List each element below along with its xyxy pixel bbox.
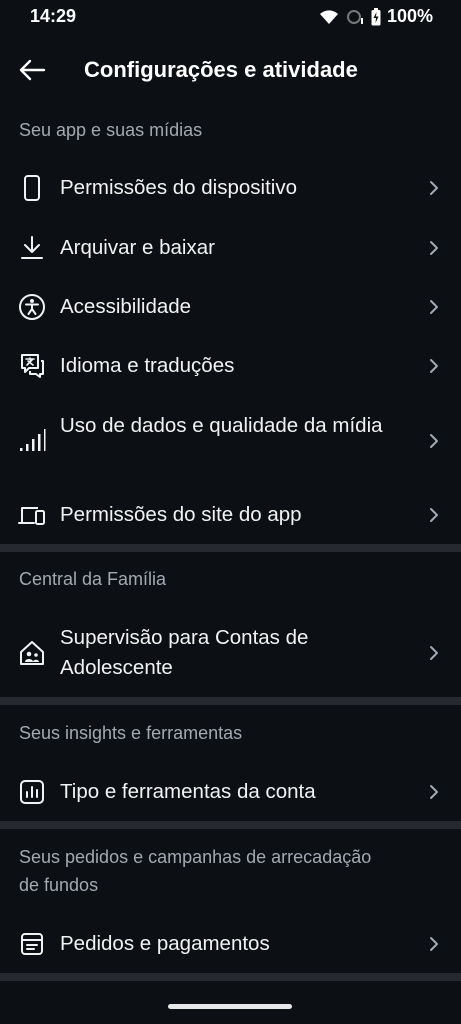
accessibility-icon [17, 292, 47, 322]
chevron-right-icon [427, 297, 441, 317]
chevron-right-icon [427, 934, 441, 954]
status-time: 14:29 [30, 6, 77, 26]
row-archive-download[interactable]: Arquivar e baixar [0, 218, 461, 278]
row-label: Idioma e traduções [60, 354, 235, 377]
family-home-icon [17, 638, 47, 668]
chart-icon [17, 777, 47, 807]
back-arrow-icon [19, 59, 46, 81]
section-title-orders-fundraisers: Seus pedidos e campanhas de arrecadação … [19, 847, 372, 895]
row-label: Tipo e ferramentas da conta [60, 780, 316, 803]
chevron-right-icon [427, 431, 441, 451]
row-site-permissions[interactable]: Permissões do site do app [0, 485, 461, 545]
row-teen-supervision[interactable]: Supervisão para Contas de Adolescente [0, 608, 461, 698]
page-title: Configurações e atividade [84, 57, 358, 82]
header: Configurações e atividade [0, 40, 461, 100]
receipt-icon [17, 929, 47, 959]
chevron-right-icon [427, 782, 441, 802]
row-device-permissions[interactable]: Permissões do dispositivo [0, 158, 461, 218]
row-data-usage[interactable]: Uso de dados e qualidade da mídia [0, 396, 461, 486]
section-title-family-center: Central da Família [19, 569, 167, 589]
section-divider [0, 973, 461, 981]
row-label: Uso de dados e qualidade da mídia [60, 414, 383, 437]
section-divider [0, 697, 461, 705]
home-indicator[interactable] [168, 1004, 292, 1009]
back-button[interactable] [14, 52, 50, 88]
phone-icon [17, 173, 47, 203]
row-label: Supervisão para Contas de Adolescente [60, 626, 309, 679]
chevron-right-icon [427, 178, 441, 198]
translate-icon [17, 351, 47, 381]
row-orders-payments[interactable]: Pedidos e pagamentos [0, 914, 461, 974]
status-bar: 14:29 100% [0, 0, 461, 34]
row-label: Arquivar e baixar [60, 236, 215, 259]
download-icon [17, 233, 47, 263]
row-language-translations[interactable]: Idioma e traduções [0, 336, 461, 396]
chevron-right-icon [427, 356, 441, 376]
row-account-type-tools[interactable]: Tipo e ferramentas da conta [0, 762, 461, 822]
chevron-right-icon [427, 238, 441, 258]
row-label: Pedidos e pagamentos [60, 932, 270, 955]
row-label: Permissões do site do app [60, 503, 302, 526]
row-accessibility[interactable]: Acessibilidade [0, 277, 461, 337]
status-icons: 100% [319, 6, 433, 27]
battery-percent: 100% [386, 6, 433, 26]
section-title-insights: Seus insights e ferramentas [19, 723, 243, 743]
signal-icon [346, 9, 363, 24]
section-divider [0, 544, 461, 552]
row-label: Acessibilidade [60, 295, 192, 318]
row-label: Permissões do dispositivo [60, 176, 297, 199]
signal-bars-icon [17, 426, 47, 456]
section-divider [0, 821, 461, 829]
wifi-icon [319, 9, 338, 24]
devices-icon [17, 500, 47, 530]
battery-icon [371, 7, 381, 25]
chevron-right-icon [427, 643, 441, 663]
chevron-right-icon [427, 505, 441, 525]
section-title-app-media: Seu app e suas mídias [19, 120, 203, 140]
